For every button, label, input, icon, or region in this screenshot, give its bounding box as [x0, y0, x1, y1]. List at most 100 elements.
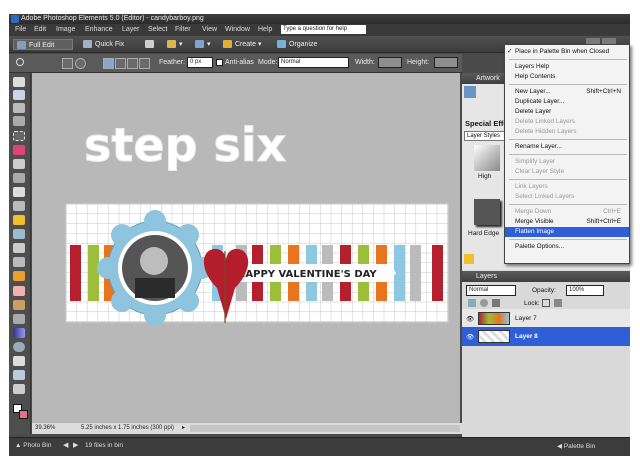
move-tool-icon[interactable] — [13, 77, 25, 87]
layer-visibility-eye-icon[interactable]: 👁 — [466, 333, 474, 341]
menu-item-delete-layer[interactable]: Delete Layer — [505, 107, 629, 117]
width-input[interactable] — [378, 57, 402, 68]
menu-item-place-in-palette-bin-when-closed[interactable]: ✓ Place in Palette Bin when Closed — [505, 47, 629, 57]
background-color-swatch[interactable] — [19, 410, 28, 419]
menu-item-new-layer[interactable]: New Layer... Shift+Ctrl+N — [505, 87, 629, 97]
layer-row-8[interactable]: 👁 Layer 8 — [462, 327, 630, 346]
rect-marquee-icon[interactable] — [62, 58, 73, 69]
zoom-tool-icon[interactable] — [13, 90, 25, 100]
menu-item-duplicate-layer[interactable]: Duplicate Layer... — [505, 97, 629, 107]
blur-tool-icon[interactable] — [13, 356, 25, 366]
photo-bin-toggle[interactable]: ▲ Photo Bin — [15, 442, 51, 449]
menu-file[interactable]: File — [15, 26, 26, 33]
type-tool-icon[interactable] — [13, 187, 25, 197]
lock-all-icon[interactable] — [554, 299, 562, 307]
menu-select[interactable]: Select — [148, 26, 167, 33]
gradient-tool-icon[interactable] — [13, 328, 25, 338]
magic-wand-tool-icon[interactable] — [13, 159, 25, 169]
selection-brush-tool-icon[interactable] — [13, 173, 25, 183]
menu-item-merge-down[interactable]: Merge Down Ctrl+E — [505, 207, 629, 217]
lasso-tool-icon[interactable] — [13, 145, 25, 155]
eraser-tool-icon[interactable] — [13, 286, 25, 296]
favorites-star-icon[interactable] — [464, 254, 474, 264]
mode-select[interactable]: Normal — [278, 57, 349, 68]
menu-help[interactable]: Help — [258, 26, 272, 33]
menu-item-simplify-layer[interactable]: Simplify Layer — [505, 157, 629, 167]
style-hard-edge-thumb[interactable] — [474, 199, 500, 225]
paint-bucket-tool-icon[interactable] — [13, 314, 25, 324]
menu-item-rename-layer[interactable]: Rename Layer... — [505, 142, 629, 152]
palette-bin-toggle[interactable]: ◀ Palette Bin — [557, 442, 595, 450]
menu-item-link-layers[interactable]: Link Layers — [505, 182, 629, 192]
red-eye-tool-icon[interactable] — [13, 243, 25, 253]
status-arrow-icon[interactable]: ▸ — [182, 424, 185, 431]
next-file-icon[interactable]: ▶ — [73, 441, 78, 449]
menu-item-help-contents[interactable]: Help Contents — [505, 72, 629, 82]
hand-tool-icon[interactable] — [13, 103, 25, 113]
add-selection-icon[interactable] — [115, 58, 126, 69]
prev-file-icon[interactable]: ◀ — [63, 441, 68, 449]
style-high-thumb[interactable] — [474, 145, 500, 171]
horizontal-scrollbar[interactable] — [190, 425, 460, 432]
menu-item-delete-linked-layers[interactable]: Delete Linked Layers — [505, 117, 629, 127]
intersect-selection-icon[interactable] — [139, 58, 150, 69]
sponge-tool-icon[interactable] — [13, 370, 25, 380]
layer-name: Layer 7 — [515, 315, 537, 322]
menu-layer[interactable]: Layer — [122, 26, 140, 33]
cookie-cutter-tool-icon[interactable] — [13, 215, 25, 225]
blend-mode-select[interactable]: Normal — [466, 285, 516, 296]
layer-visibility-eye-icon[interactable]: 👁 — [466, 315, 474, 323]
help-search-input[interactable]: Type a question for help — [281, 25, 366, 34]
lock-transparency-icon[interactable] — [542, 299, 550, 307]
adjustment-layer-icon[interactable] — [480, 299, 488, 307]
menu-window[interactable]: Window — [225, 26, 250, 33]
layer-row-7[interactable]: 👁 Layer 7 — [462, 309, 630, 328]
print-button[interactable] — [145, 39, 157, 50]
clone-stamp-tool-icon[interactable] — [13, 271, 25, 281]
feather-input[interactable]: 0 px — [187, 57, 213, 68]
full-edit-button[interactable]: Full Edit — [13, 39, 73, 50]
menu-image[interactable]: Image — [56, 26, 75, 33]
menu-item-label: Rename Layer... — [515, 143, 562, 150]
menu-item-palette-options[interactable]: Palette Options... — [505, 242, 629, 252]
canvas-area[interactable]: step six HAPPY VALENTINE'S DAY — [32, 73, 460, 423]
menu-filter[interactable]: Filter — [175, 26, 191, 33]
menu-item-clear-layer-style[interactable]: Clear Layer Style — [505, 167, 629, 177]
menu-item-delete-hidden-layers[interactable]: Delete Hidden Layers — [505, 127, 629, 137]
menu-item-merge-visible[interactable]: Merge Visible Shift+Ctrl+E — [505, 217, 629, 227]
create-icon — [223, 40, 232, 49]
organize-button[interactable]: Organize — [277, 39, 317, 50]
ellipse-marquee-icon[interactable] — [75, 58, 86, 69]
menu-item-flatten-image[interactable]: Flatten Image — [505, 227, 629, 237]
layers-palette-header[interactable]: Layers — [462, 271, 630, 282]
new-layer-icon[interactable] — [468, 299, 476, 307]
pencil-tool-icon[interactable] — [13, 384, 25, 394]
artwork-tab-icon[interactable] — [464, 86, 476, 98]
shape-tool-icon[interactable] — [13, 342, 25, 352]
menu-item-label: Palette Options... — [515, 243, 565, 250]
menu-item-layers-help[interactable]: Layers Help — [505, 62, 629, 72]
menu-view[interactable]: View — [202, 26, 217, 33]
quick-fix-button[interactable]: Quick Fix — [83, 39, 124, 50]
order-prints-button[interactable]: ▾ — [195, 39, 211, 50]
new-selection-icon[interactable] — [103, 58, 114, 69]
document-canvas[interactable]: step six HAPPY VALENTINE'S DAY — [32, 73, 460, 423]
crop-tool-icon[interactable] — [13, 201, 25, 211]
antialias-checkbox[interactable] — [216, 59, 223, 66]
menu-edit[interactable]: Edit — [34, 26, 46, 33]
subtract-selection-icon[interactable] — [127, 58, 138, 69]
height-input[interactable] — [434, 57, 458, 68]
share-button[interactable]: ▾ — [167, 39, 183, 50]
marquee-preset-icon[interactable] — [16, 58, 24, 66]
straighten-tool-icon[interactable] — [13, 229, 25, 239]
marquee-tool-icon[interactable] — [13, 131, 25, 141]
menu-item-select-linked-layers[interactable]: Select Linked Layers — [505, 192, 629, 202]
brush-tool-icon[interactable] — [13, 300, 25, 310]
opacity-input[interactable]: 100% — [566, 285, 604, 296]
trash-icon[interactable] — [492, 299, 500, 307]
healing-brush-tool-icon[interactable] — [13, 257, 25, 267]
eyedropper-tool-icon[interactable] — [13, 116, 25, 126]
menu-enhance[interactable]: Enhance — [85, 26, 113, 33]
create-button[interactable]: Create ▾ — [223, 39, 261, 50]
zoom-readout[interactable]: 39.36% — [35, 425, 55, 431]
